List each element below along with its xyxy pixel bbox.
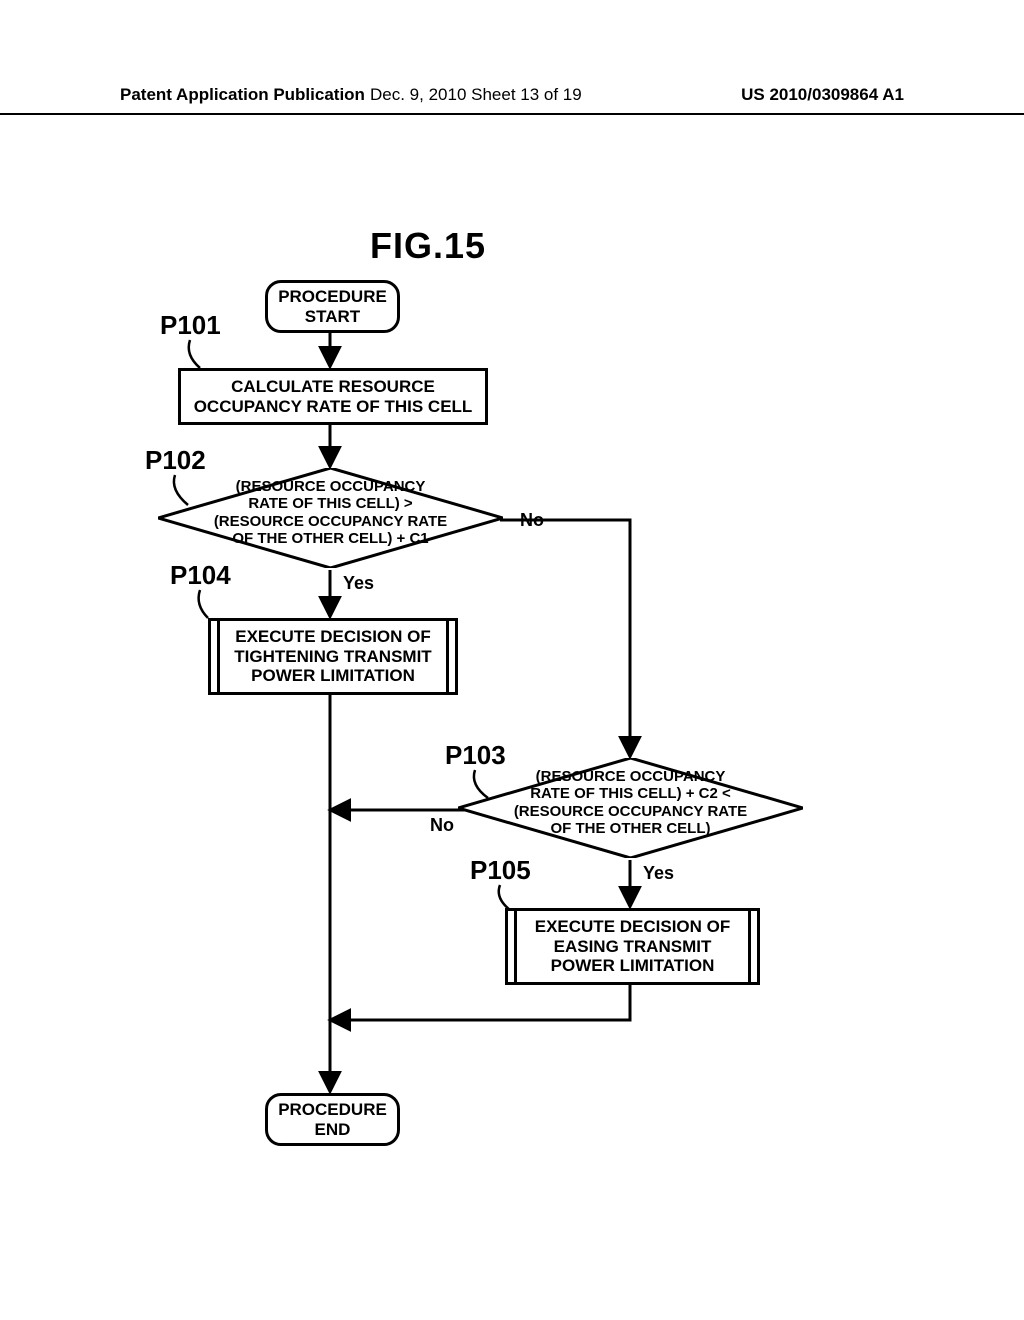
edge-p103-no: No xyxy=(430,815,454,836)
process-p101: CALCULATE RESOURCEOCCUPANCY RATE OF THIS… xyxy=(178,368,488,425)
edge-p102-no: No xyxy=(520,510,544,531)
terminal-end-text: PROCEDUREEND xyxy=(278,1100,387,1139)
label-p104: P104 xyxy=(170,560,231,591)
header-right: US 2010/0309864 A1 xyxy=(741,85,904,105)
terminal-start-text: PROCEDURESTART xyxy=(278,287,387,326)
subprocess-p105-text: EXECUTE DECISION OFEASING TRANSMITPOWER … xyxy=(535,917,731,975)
terminal-start: PROCEDURESTART xyxy=(265,280,400,333)
header-center: Dec. 9, 2010 Sheet 13 of 19 xyxy=(370,85,582,105)
flowchart: PROCEDURESTART CALCULATE RESOURCEOCCUPAN… xyxy=(100,280,920,1180)
page-header: Patent Application Publication Dec. 9, 2… xyxy=(0,85,1024,115)
decision-p103-text: (RESOURCE OCCUPANCYRATE OF THIS CELL) + … xyxy=(458,758,803,837)
decision-p102-text: (RESOURCE OCCUPANCYRATE OF THIS CELL) >(… xyxy=(158,468,503,547)
subprocess-p105: EXECUTE DECISION OFEASING TRANSMITPOWER … xyxy=(505,908,760,985)
label-p101: P101 xyxy=(160,310,221,341)
decision-p103: (RESOURCE OCCUPANCYRATE OF THIS CELL) + … xyxy=(458,758,803,858)
decision-p102: (RESOURCE OCCUPANCYRATE OF THIS CELL) >(… xyxy=(158,468,503,568)
subprocess-p104: EXECUTE DECISION OFTIGHTENING TRANSMITPO… xyxy=(208,618,458,695)
label-p105: P105 xyxy=(470,855,531,886)
subprocess-p104-text: EXECUTE DECISION OFTIGHTENING TRANSMITPO… xyxy=(234,627,431,685)
process-p101-text: CALCULATE RESOURCEOCCUPANCY RATE OF THIS… xyxy=(194,377,473,416)
terminal-end: PROCEDUREEND xyxy=(265,1093,400,1146)
figure-title: FIG.15 xyxy=(370,225,486,267)
edge-p102-yes: Yes xyxy=(343,573,374,594)
header-left: Patent Application Publication xyxy=(120,85,365,105)
edge-p103-yes: Yes xyxy=(643,863,674,884)
